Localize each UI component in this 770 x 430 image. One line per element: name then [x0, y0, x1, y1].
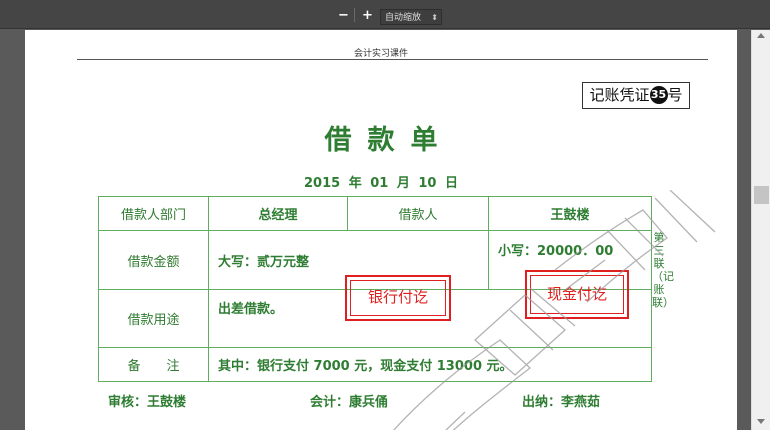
toolbar-separator	[354, 8, 355, 22]
bank-paid-stamp: 银行付讫	[345, 275, 451, 321]
purpose-label: 借款用途	[98, 289, 209, 348]
vertical-scrollbar[interactable]	[751, 30, 770, 430]
voucher-suffix: 号	[667, 86, 683, 104]
borrower-label: 借款人	[347, 196, 489, 231]
zoom-select[interactable]: 自动缩放 ⬍	[380, 9, 442, 25]
document-date: 2015 年 01 月 10 日	[304, 176, 458, 191]
remark-value: 其中：银行支付 7000 元，现金支付 13000 元。	[208, 347, 652, 382]
voucher-number: 35	[649, 86, 668, 104]
borrower-value: 王鼓楼	[488, 196, 652, 231]
copy-note: 第三联（记账联）	[652, 231, 674, 309]
header-divider	[77, 59, 708, 60]
pdf-toolbar: − + 自动缩放 ⬍	[0, 0, 770, 29]
accountant-signature: 会计：康兵俑	[310, 395, 389, 410]
voucher-number-box: 记账凭证35号	[582, 82, 690, 109]
dept-value: 总经理	[208, 196, 348, 231]
voucher-prefix: 记账凭证	[589, 86, 650, 104]
cash-paid-stamp-text: 现金付讫	[546, 285, 607, 303]
dept-label: 借款人部门	[98, 196, 209, 231]
scroll-thumb[interactable]	[754, 186, 769, 204]
page-header: 会计实习课件	[353, 49, 408, 59]
amount-label: 借款金额	[98, 230, 209, 290]
zoom-out-button[interactable]: −	[338, 9, 349, 22]
remark-label: 备 注	[98, 347, 209, 382]
zoom-in-button[interactable]: +	[362, 9, 373, 22]
select-arrow-icon: ⬍	[431, 13, 438, 22]
cashier-signature: 出纳：李燕茹	[522, 395, 601, 410]
scroll-down-arrow-icon[interactable]	[757, 419, 765, 424]
document-title: 借款单	[324, 125, 454, 156]
scroll-up-arrow-icon[interactable]	[757, 33, 765, 38]
bank-paid-stamp-text: 银行付讫	[367, 288, 428, 306]
document-page: 会计实习课件 记账凭证35号 借款单 2015 年 01 月 10 日 借款人部…	[25, 30, 737, 430]
cash-paid-stamp: 现金付讫	[525, 270, 629, 319]
reviewer-signature: 审核：王鼓楼	[108, 395, 187, 410]
zoom-select-value: 自动缩放	[385, 13, 422, 23]
